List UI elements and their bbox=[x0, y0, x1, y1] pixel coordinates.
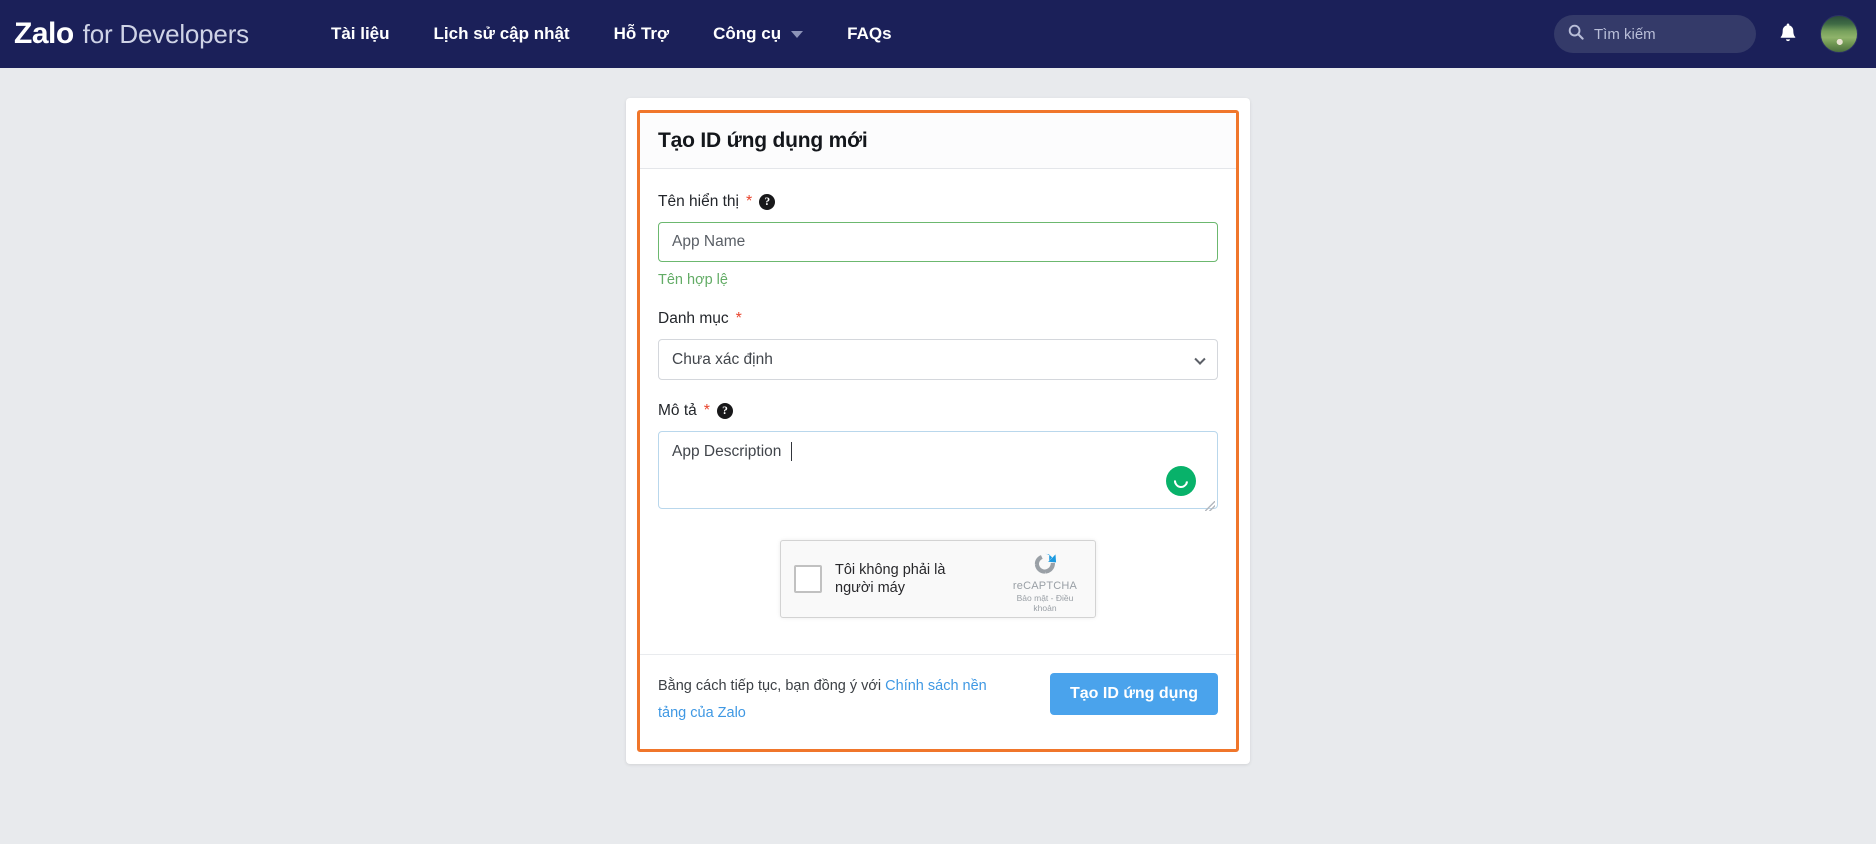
nav-links: Tài liệu Lịch sử cập nhật Hỗ Trợ Công cụ… bbox=[309, 16, 914, 52]
nav-link-ho-tro[interactable]: Hỗ Trợ bbox=[592, 16, 692, 52]
display-name-helper-text: Tên hợp lệ bbox=[658, 272, 728, 288]
help-circle-icon[interactable]: ? bbox=[759, 194, 776, 210]
required-asterisk: * bbox=[746, 193, 753, 210]
category-select[interactable] bbox=[658, 339, 1218, 380]
nav-link-label: Tài liệu bbox=[330, 24, 390, 43]
nav-link-label: Hỗ Trợ bbox=[613, 24, 670, 43]
description-label-text: Mô tả bbox=[658, 402, 697, 419]
nav-link-label: Công cụ bbox=[713, 24, 782, 43]
top-navigation-bar: Zalo for Developers Tài liệu Lịch sử cập… bbox=[0, 0, 1876, 68]
display-name-label-text: Tên hiển thị bbox=[658, 193, 739, 210]
recaptcha-brand: reCAPTCHA Bảo mật - Điều khoản bbox=[1006, 549, 1084, 613]
category-select-wrapper bbox=[658, 339, 1218, 380]
recaptcha-checkbox[interactable] bbox=[794, 565, 822, 593]
bell-icon[interactable] bbox=[1778, 23, 1798, 45]
recaptcha-label: Tôi không phải là người máy bbox=[835, 561, 946, 596]
nav-link-cong-cu[interactable]: Công cụ bbox=[691, 16, 825, 52]
display-name-input[interactable] bbox=[658, 222, 1218, 262]
help-circle-icon[interactable]: ? bbox=[717, 403, 733, 419]
required-asterisk: * bbox=[735, 310, 742, 327]
recaptcha-terms[interactable]: Bảo mật - Điều khoản bbox=[1006, 593, 1084, 613]
nav-link-label: Lịch sử cập nhật bbox=[433, 24, 570, 43]
display-name-label: Tên hiển thị * ? bbox=[658, 193, 1218, 211]
card-body: Tên hiển thị * ? Tên hợp lệ Danh mục * bbox=[640, 169, 1236, 654]
category-label: Danh mục * bbox=[658, 310, 1218, 328]
nav-link-faqs[interactable]: FAQs bbox=[825, 16, 913, 52]
nav-right-group: Tìm kiếm bbox=[1554, 0, 1858, 68]
recaptcha-widget[interactable]: Tôi không phải là người máy reCAPTCHA Bả… bbox=[780, 540, 1096, 618]
terms-text: Bằng cách tiếp tục, bạn đồng ý với Chính… bbox=[658, 673, 988, 727]
recaptcha-brand-name: reCAPTCHA bbox=[1012, 580, 1078, 592]
nav-link-tai-lieu[interactable]: Tài liệu bbox=[309, 16, 412, 52]
text-caret bbox=[791, 442, 792, 461]
description-label: Mô tả * ? bbox=[658, 402, 1218, 420]
brand-name-zalo: Zalo bbox=[14, 17, 74, 50]
avatar[interactable] bbox=[1820, 15, 1858, 53]
loading-spinner-icon[interactable] bbox=[1166, 466, 1196, 496]
outer-panel: Tạo ID ứng dụng mới Tên hiển thị * ? Tên… bbox=[626, 98, 1250, 764]
search-input[interactable]: Tìm kiếm bbox=[1594, 26, 1656, 43]
description-textarea[interactable] bbox=[658, 431, 1218, 509]
card-footer: Bằng cách tiếp tục, bạn đồng ý với Chính… bbox=[640, 654, 1236, 749]
create-app-id-button[interactable]: Tạo ID ứng dụng bbox=[1049, 673, 1218, 715]
category-label-text: Danh mục bbox=[658, 310, 729, 327]
nav-link-label: FAQs bbox=[847, 24, 892, 43]
brand-logo[interactable]: Zalo for Developers bbox=[14, 17, 249, 51]
card-header: Tạo ID ứng dụng mới bbox=[640, 113, 1236, 169]
recaptcha-row: Tôi không phải là người máy reCAPTCHA Bả… bbox=[658, 540, 1218, 618]
required-asterisk: * bbox=[703, 402, 710, 419]
page-title: Tạo ID ứng dụng mới bbox=[658, 129, 868, 152]
search-box[interactable]: Tìm kiếm bbox=[1554, 15, 1756, 53]
brand-name-for-developers: for Developers bbox=[82, 19, 249, 49]
search-icon bbox=[1568, 24, 1584, 45]
chevron-down-icon bbox=[791, 30, 804, 38]
recaptcha-logo-icon bbox=[1006, 549, 1084, 579]
page-content: Tạo ID ứng dụng mới Tên hiển thị * ? Tên… bbox=[0, 68, 1876, 844]
create-app-card: Tạo ID ứng dụng mới Tên hiển thị * ? Tên… bbox=[637, 110, 1239, 752]
description-wrapper bbox=[658, 431, 1218, 514]
terms-prefix: Bằng cách tiếp tục, bạn đồng ý với bbox=[658, 678, 886, 694]
nav-link-lich-su-cap-nhat[interactable]: Lịch sử cập nhật bbox=[412, 16, 592, 52]
